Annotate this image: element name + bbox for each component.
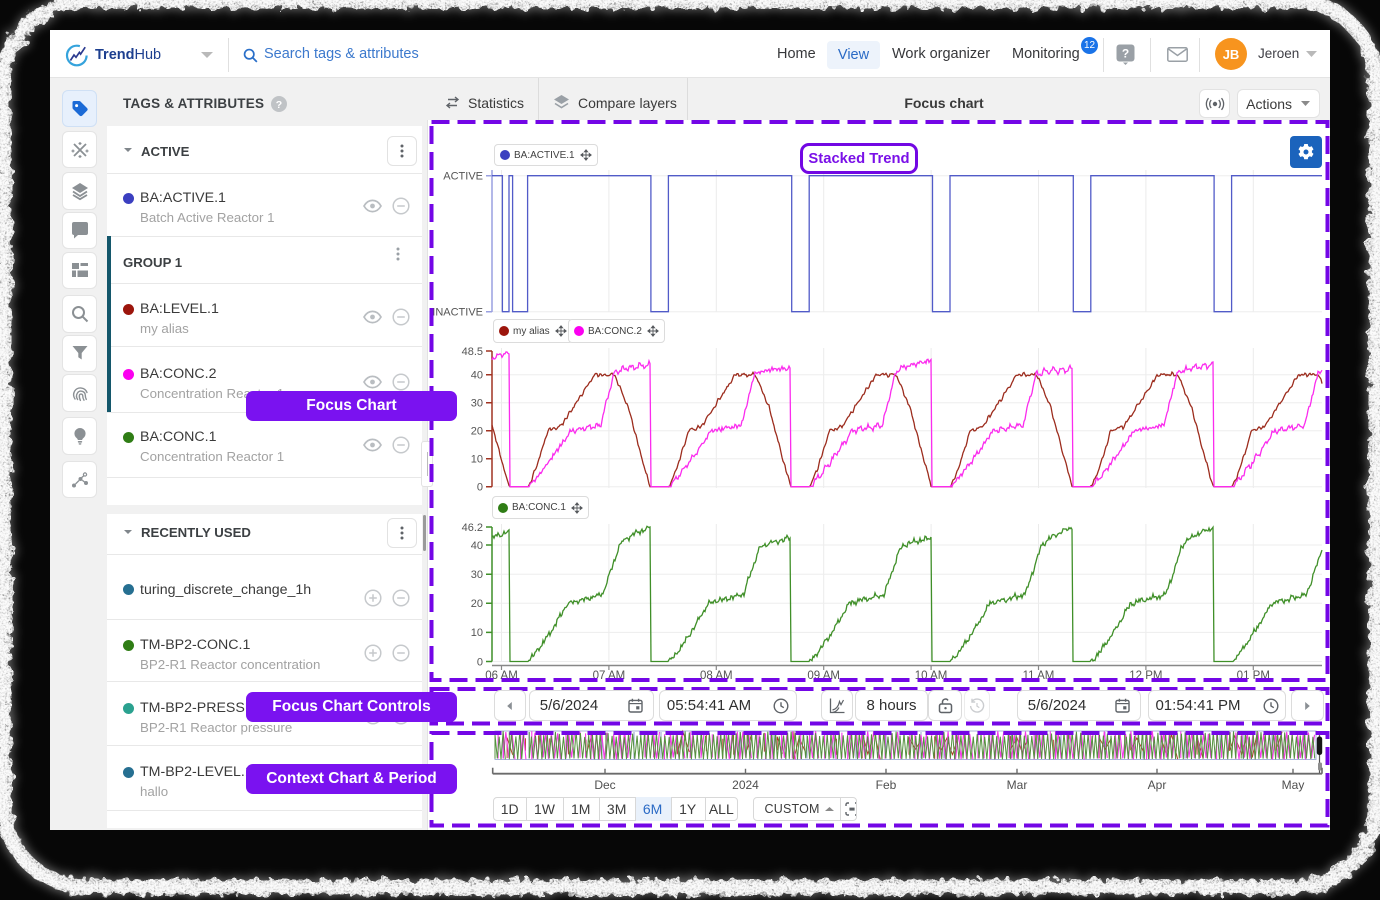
svg-text:Mar: Mar: [1007, 778, 1028, 792]
svg-text:0: 0: [477, 482, 483, 494]
svg-text:Dec: Dec: [594, 778, 615, 792]
svg-text:40: 40: [471, 370, 483, 382]
svg-text:2024: 2024: [732, 778, 759, 792]
svg-text:Apr: Apr: [1148, 778, 1167, 792]
svg-text:0: 0: [477, 656, 483, 668]
svg-text:20: 20: [471, 426, 483, 438]
svg-text:?: ?: [276, 99, 282, 111]
svg-text:ACTIVE: ACTIVE: [443, 171, 483, 183]
svg-text:20: 20: [471, 598, 483, 610]
svg-text:48.5: 48.5: [462, 346, 483, 358]
svg-text:INACTIVE: INACTIVE: [432, 307, 483, 319]
svg-text:46.2: 46.2: [462, 522, 483, 534]
svg-text:?: ?: [1122, 47, 1129, 61]
svg-text:10: 10: [471, 627, 483, 639]
svg-text:May: May: [1282, 778, 1305, 792]
svg-text:10: 10: [471, 454, 483, 466]
svg-text:40: 40: [471, 540, 483, 552]
svg-text:Feb: Feb: [876, 778, 897, 792]
svg-text:30: 30: [471, 569, 483, 581]
svg-text:30: 30: [471, 398, 483, 410]
